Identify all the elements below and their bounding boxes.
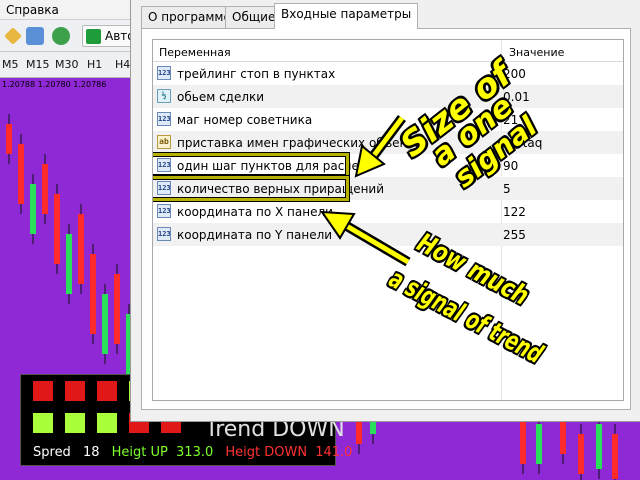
expert-settings-dialog: О программе Общие Входные параметры Пере…: [130, 0, 640, 422]
candle-body: [612, 434, 618, 479]
timeframe-m15[interactable]: M15: [26, 58, 50, 71]
height-up-label: Heigt UP: [111, 445, 168, 460]
parameter-value[interactable]: 5: [503, 182, 511, 196]
computer-icon[interactable]: [26, 27, 44, 45]
candle-body: [90, 254, 96, 334]
inputs-tab-panel: Переменная Значение 123 трейлинг стоп в п…: [141, 28, 631, 410]
signal-square: [33, 413, 53, 433]
signal-icon[interactable]: [52, 27, 70, 45]
parameter-name: координата по X панели: [177, 205, 333, 219]
parameter-name: трейлинг стоп в пунктах: [177, 67, 336, 81]
parameter-row[interactable]: 123 координата по Y панели 255: [153, 223, 623, 246]
price-label: 1.20786: [73, 80, 107, 89]
candle-body: [596, 424, 602, 469]
header-value[interactable]: Значение: [509, 46, 564, 59]
signal-square: [97, 413, 117, 433]
candle-body: [30, 184, 36, 234]
candle-body: [66, 234, 72, 294]
candle-body: [6, 124, 12, 154]
int-icon: 123: [157, 112, 171, 126]
parameter-row[interactable]: ab приставка имен графических объектов wwt…: [153, 131, 623, 154]
signal-square: [65, 381, 85, 401]
parameter-row[interactable]: 123 маг номер советника 21: [153, 108, 623, 131]
timeframe-m5[interactable]: M5: [2, 58, 19, 71]
highlight-box: [153, 176, 349, 201]
height-up-value: 313.0: [176, 445, 214, 460]
int-icon: 123: [157, 66, 171, 80]
int-icon: 123: [157, 204, 171, 218]
parameter-name: координата по Y панели: [177, 228, 333, 242]
parameter-name: приставка имен графических объектов: [177, 136, 429, 150]
height-down-label: Heigt DOWN: [225, 445, 308, 460]
signal-square: [97, 381, 117, 401]
parameter-row[interactable]: 123 координата по X панели 122: [153, 200, 623, 223]
parameter-name: маг номер советника: [177, 113, 313, 127]
timeframe-h4[interactable]: H4: [115, 58, 130, 71]
highlight-box: [153, 153, 349, 178]
spread-label: Spred: [33, 445, 71, 460]
int-icon: 123: [157, 227, 171, 241]
candle-body: [18, 144, 24, 204]
parameter-row[interactable]: ½ обьем сделки 0.01: [153, 85, 623, 108]
candle-body: [42, 164, 48, 214]
menu-help[interactable]: Справка: [6, 3, 59, 17]
table-header: Переменная Значение: [153, 40, 623, 62]
candle-body: [102, 294, 108, 354]
parameter-name: обьем сделки: [177, 90, 265, 104]
candle-body: [114, 274, 120, 344]
height-down-value: 141.0: [315, 445, 353, 460]
pencil-icon[interactable]: [4, 27, 22, 45]
double-icon: ½: [157, 89, 171, 103]
tab-inputs[interactable]: Входные параметры: [274, 3, 419, 29]
stats-row: Spred 18 Heigt UP 313.0 Heigt DOWN 141.0: [33, 445, 360, 460]
spread-value: 18: [82, 445, 100, 460]
price-label: 1.20780: [37, 80, 71, 89]
signal-square: [65, 413, 85, 433]
parameter-value[interactable]: 255: [503, 228, 526, 242]
candle-body: [578, 434, 584, 474]
parameter-value[interactable]: 122: [503, 205, 526, 219]
parameters-table: Переменная Значение 123 трейлинг стоп в п…: [152, 39, 624, 401]
candle-body: [54, 194, 60, 264]
autotrade-icon: [86, 29, 101, 44]
candle-body: [78, 214, 84, 284]
price-label: 1.20788: [2, 80, 36, 89]
tab-about[interactable]: О программе: [141, 6, 238, 28]
timeframe-h1[interactable]: H1: [87, 58, 102, 71]
signal-square: [33, 381, 53, 401]
header-variable[interactable]: Переменная: [159, 46, 231, 59]
timeframe-m30[interactable]: M30: [55, 58, 79, 71]
parameter-row[interactable]: 123 трейлинг стоп в пунктах 200: [153, 62, 623, 85]
price-row: 1.20788 1.20780 1.20786: [0, 80, 140, 94]
candle-body: [536, 424, 542, 464]
string-icon: ab: [157, 135, 171, 149]
